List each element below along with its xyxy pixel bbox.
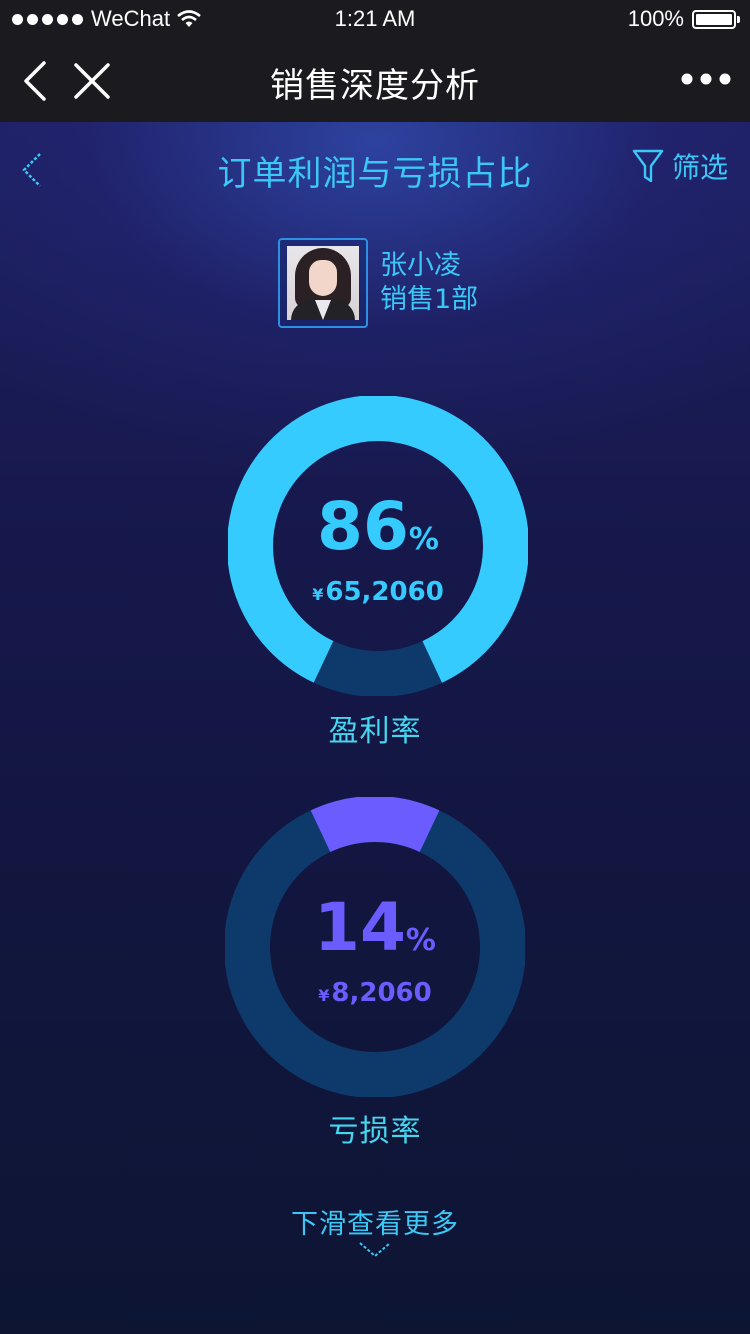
loss-percent-value: 14 <box>314 889 406 966</box>
loss-percent: 14% <box>314 889 436 966</box>
profile-name: 张小凌 <box>380 250 461 281</box>
chevron-down-icon <box>359 1242 391 1258</box>
loss-ring-chart: 14% ¥8,2060 <box>225 797 525 1097</box>
profile-info: 张小凌 销售1部 <box>380 249 478 317</box>
avatar <box>287 246 359 320</box>
profit-percent-value: 86 <box>317 488 409 565</box>
nav-title: 销售深度分析 <box>270 66 480 106</box>
funnel-icon <box>632 149 664 183</box>
profit-ring-chart: 86% ¥65,2060 <box>228 396 528 696</box>
profile-card[interactable]: 张小凌 销售1部 <box>278 238 478 328</box>
main-content: 订单利润与亏损占比 筛选 张小凌 销售1部 86% ¥65,2060 盈利率 1… <box>0 122 750 1334</box>
status-bar: WeChat 1:21 AM 100% <box>0 0 750 40</box>
loss-ring-label: 亏损率 <box>328 1114 422 1149</box>
profile-department: 销售1部 <box>380 284 479 315</box>
more-dots-icon[interactable] <box>680 57 732 105</box>
filter-button[interactable]: 筛选 <box>632 146 728 186</box>
filter-label: 筛选 <box>671 151 728 184</box>
battery-percent: 100% <box>627 6 684 31</box>
scroll-hint[interactable]: 下滑查看更多 <box>0 1202 750 1241</box>
avatar-frame <box>278 238 368 328</box>
nav-bar: 销售深度分析 <box>0 40 750 122</box>
loss-amount: ¥8,2060 <box>318 978 432 1008</box>
battery-info: 100% <box>627 6 740 32</box>
profit-amount-value: 65,2060 <box>325 577 444 607</box>
loss-amount-value: 8,2060 <box>331 978 432 1008</box>
profit-percent: 86% <box>317 488 439 565</box>
profit-amount: ¥65,2060 <box>312 577 444 607</box>
profit-ring-label: 盈利率 <box>328 714 422 749</box>
battery-icon <box>692 9 740 29</box>
